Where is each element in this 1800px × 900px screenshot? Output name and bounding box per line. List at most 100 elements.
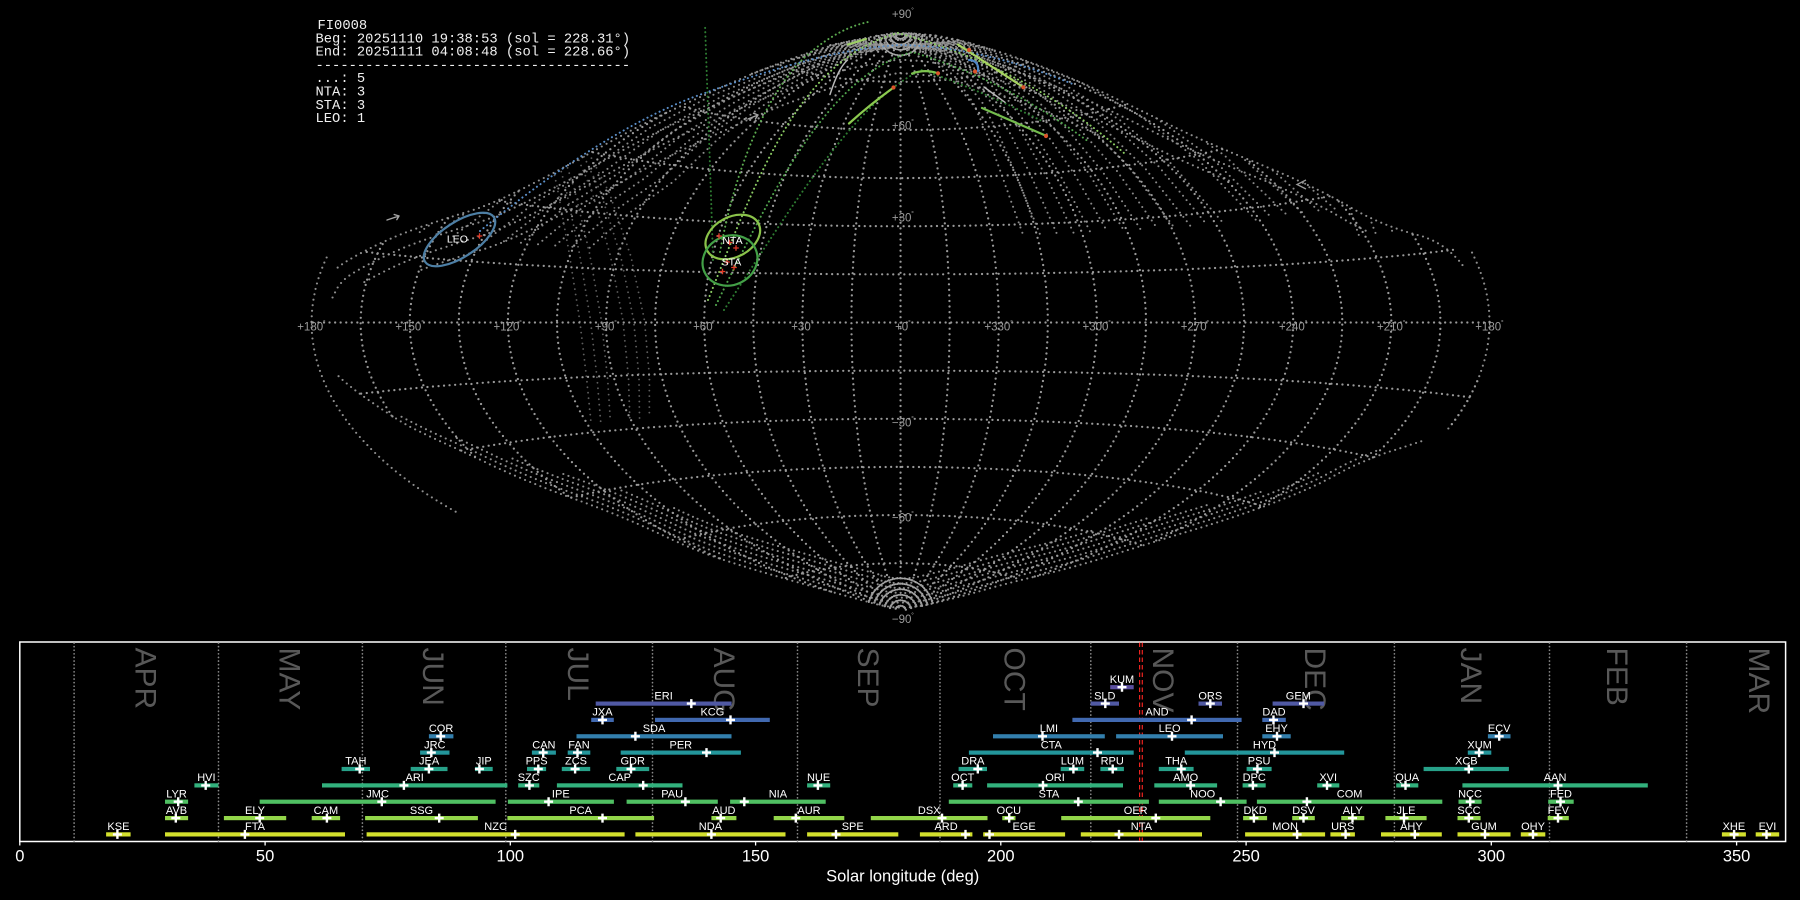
svg-text:LMI: LMI [1040,723,1058,735]
svg-text:NUE: NUE [807,772,830,784]
svg-text:THA: THA [1165,756,1188,768]
svg-text:JIP: JIP [476,756,492,768]
svg-text:JEA: JEA [419,756,440,768]
svg-text:350: 350 [1723,848,1751,866]
svg-text:SLD: SLD [1094,690,1115,702]
svg-text:COM: COM [1337,788,1363,800]
svg-text:AAN: AAN [1544,772,1567,784]
svg-text:LYR: LYR [166,788,187,800]
svg-text:100: 100 [497,848,525,866]
svg-text:NIA: NIA [769,788,788,800]
svg-text:ALY: ALY [1343,805,1364,817]
svg-text:PPS: PPS [526,756,548,768]
svg-text:LEO: LEO [447,234,468,246]
svg-text:PCA: PCA [569,805,592,817]
svg-text:50: 50 [256,848,274,866]
svg-text:+60˚: +60˚ [693,320,716,334]
svg-text:CAP: CAP [608,772,631,784]
svg-text:EHY: EHY [1265,723,1288,735]
svg-text:+300˚: +300˚ [1083,320,1112,334]
svg-text:DRA: DRA [961,756,985,768]
svg-text:+150˚: +150˚ [395,320,424,334]
svg-text:ARI: ARI [406,772,424,784]
svg-text:COR: COR [429,723,454,735]
svg-text:SZC: SZC [518,772,540,784]
svg-text:150: 150 [742,848,770,866]
svg-text:SPE: SPE [842,821,864,833]
svg-text:APR: APR [128,648,161,710]
svg-text:CAN: CAN [532,739,555,751]
svg-text:+180˚: +180˚ [1475,320,1504,334]
svg-text:−30˚: −30˚ [892,416,915,430]
svg-text:KUM: KUM [1110,674,1134,686]
svg-text:CAM: CAM [314,805,338,817]
svg-text:OHY: OHY [1521,821,1546,833]
svg-text:ORS: ORS [1198,690,1222,702]
svg-text:ECV: ECV [1488,723,1511,735]
svg-text:URS: URS [1331,821,1354,833]
svg-text:JRC: JRC [424,739,445,751]
svg-text:STA: STA [1039,788,1060,800]
svg-text:LUM: LUM [1061,756,1084,768]
svg-text:+330˚: +330˚ [984,320,1013,334]
svg-text:HYD: HYD [1253,739,1276,751]
svg-text:OCT: OCT [997,648,1030,711]
svg-text:JLE: JLE [1397,805,1416,817]
svg-text:KSE: KSE [107,821,129,833]
svg-text:EVI: EVI [1759,821,1777,833]
svg-text:JMC: JMC [366,788,389,800]
svg-text:DPC: DPC [1243,772,1266,784]
svg-text:300: 300 [1478,848,1506,866]
svg-text:NDA: NDA [699,821,723,833]
svg-text:SCC: SCC [1457,805,1480,817]
svg-text:FEB: FEB [1600,648,1633,706]
svg-text:DKD: DKD [1243,805,1266,817]
svg-text:+30˚: +30˚ [791,320,814,334]
svg-text:KCG: KCG [700,707,724,719]
svg-text:XVI: XVI [1319,772,1337,784]
svg-text:GDR: GDR [620,756,645,768]
svg-text:NTA: NTA [1131,821,1153,833]
svg-text:RPU: RPU [1101,756,1124,768]
svg-text:AHY: AHY [1400,821,1423,833]
svg-text:250: 250 [1232,848,1260,866]
svg-text:SEP: SEP [851,648,884,708]
svg-text:QUA: QUA [1395,772,1420,784]
svg-text:+60˚: +60˚ [892,119,915,133]
svg-text:GUM: GUM [1471,821,1497,833]
svg-text:+210˚: +210˚ [1377,320,1406,334]
svg-text:TAH: TAH [345,756,366,768]
svg-text:DAD: DAD [1262,707,1285,719]
svg-text:LEO: 1: LEO: 1 [316,112,366,127]
svg-text:FAN: FAN [568,739,589,751]
svg-text:MAR: MAR [1742,648,1775,715]
svg-text:FTA: FTA [245,821,266,833]
svg-text:+30˚: +30˚ [892,211,915,225]
svg-text:ORI: ORI [1045,772,1065,784]
svg-text:NTA: NTA [722,235,742,247]
svg-text:SDA: SDA [643,723,666,735]
svg-text:IPE: IPE [552,788,570,800]
svg-text:+90˚: +90˚ [892,7,915,21]
svg-text:OCT: OCT [951,772,975,784]
svg-text:JUN: JUN [416,648,449,706]
svg-text:CTA: CTA [1041,739,1063,751]
svg-text:FEV: FEV [1548,805,1570,817]
svg-text:AND: AND [1145,707,1168,719]
svg-text:XHE: XHE [1723,821,1746,833]
svg-text:+120˚: +120˚ [494,320,523,334]
svg-text:XUM: XUM [1467,739,1491,751]
svg-text:ELY: ELY [245,805,266,817]
svg-text:SSG: SSG [410,805,433,817]
svg-text:Solar longitude (deg): Solar longitude (deg) [826,868,979,886]
svg-text:−60˚: −60˚ [892,511,915,525]
svg-text:MON: MON [1272,821,1298,833]
svg-text:MAY: MAY [272,648,305,711]
svg-text:PSU: PSU [1248,756,1271,768]
svg-text:AMO: AMO [1173,772,1199,784]
svg-text:JXA: JXA [592,707,613,719]
svg-text:HVI: HVI [197,772,215,784]
svg-text:NCC: NCC [1458,788,1482,800]
svg-text:ERI: ERI [654,690,672,702]
svg-text:200: 200 [987,848,1015,866]
